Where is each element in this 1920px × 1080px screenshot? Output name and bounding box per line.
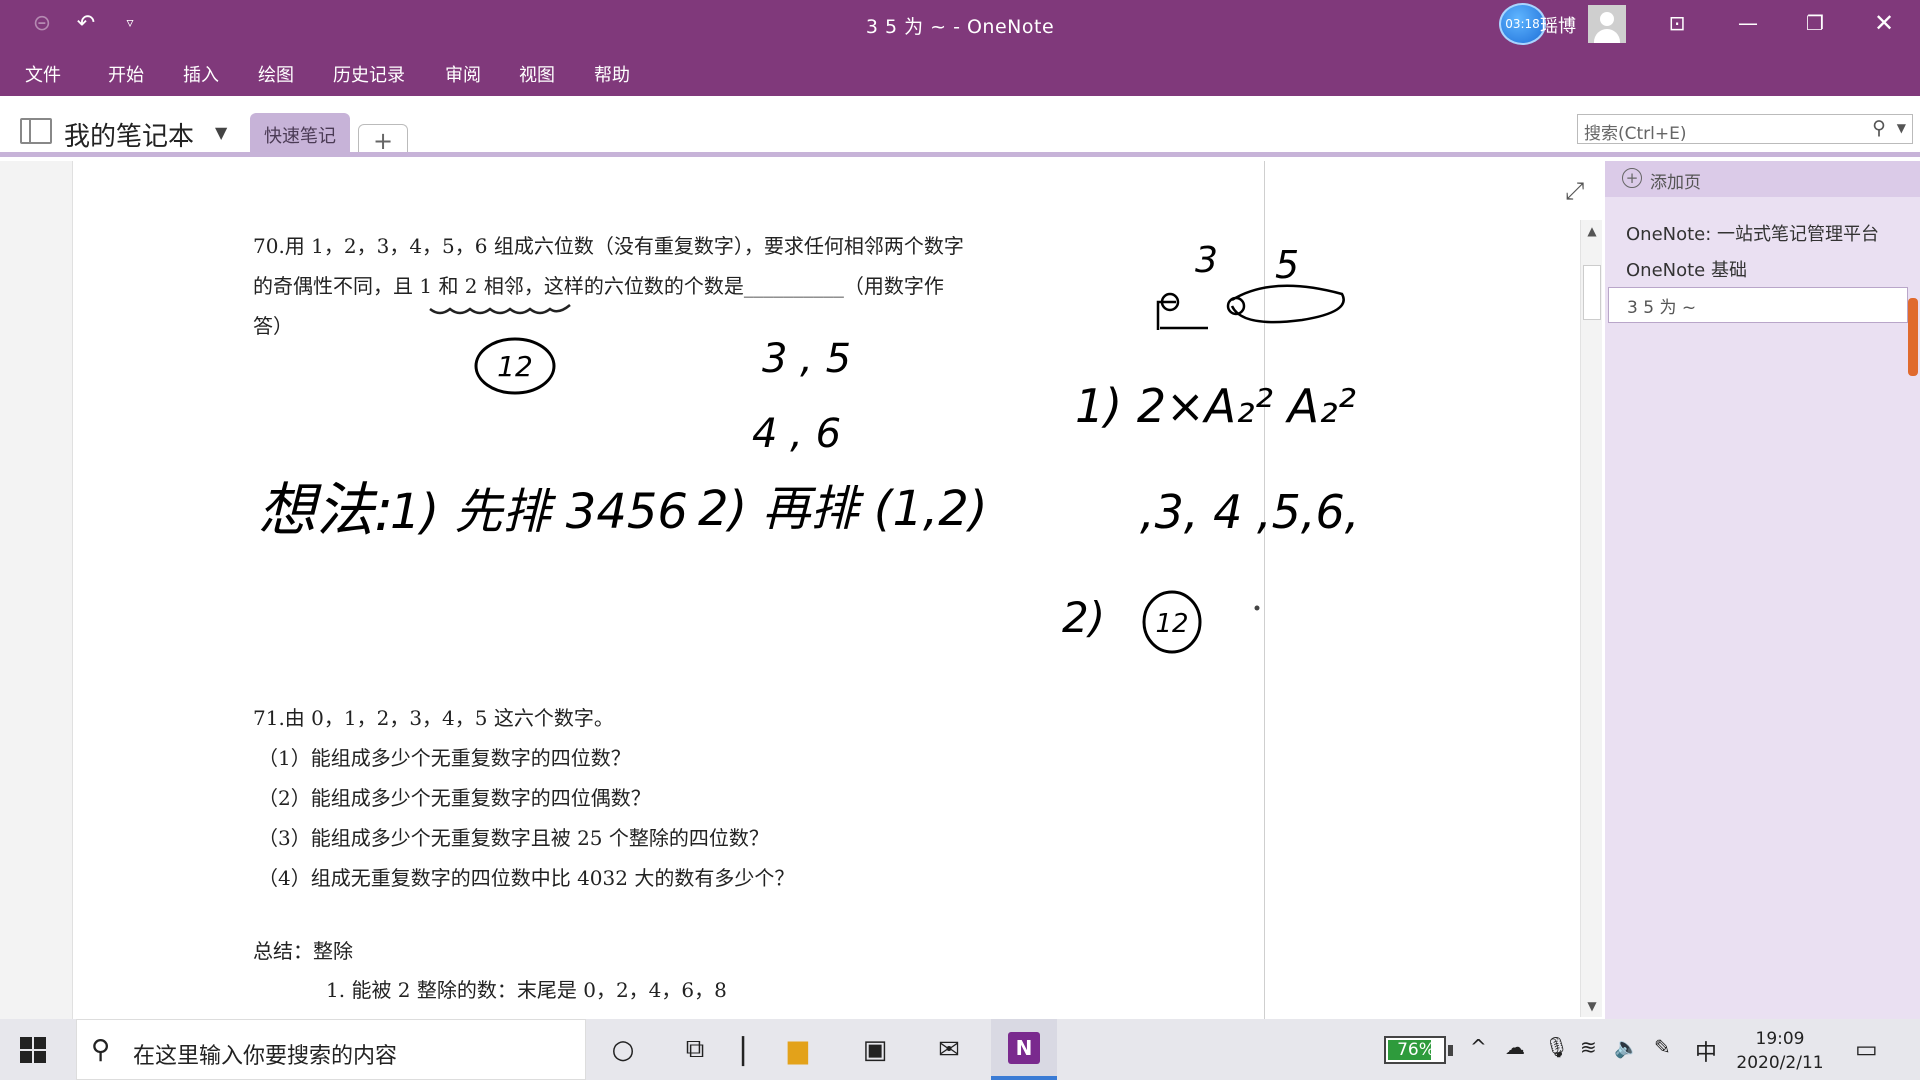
pen-icon[interactable]: ✎ xyxy=(1654,1035,1671,1059)
ink-circle-12-right-text: 12 xyxy=(1155,609,1188,639)
problem-71-line-3: （2）能组成多少个无重复数字的四位偶数？ xyxy=(258,786,651,810)
ink-idea-label: 想法: xyxy=(258,476,394,544)
ink-dot xyxy=(1254,605,1260,611)
onedrive-icon[interactable]: ☁ xyxy=(1505,1035,1525,1059)
ink-formula-step: 1) 2×A₂² A₂² xyxy=(1075,379,1356,433)
search-input[interactable]: 搜索(Ctrl+E) ⚲ ▼ xyxy=(1577,114,1913,144)
add-page-button[interactable]: + 添加页 xyxy=(1605,161,1920,197)
volume-icon[interactable]: 🔈 xyxy=(1614,1035,1639,1059)
cortana-icon[interactable]: ○ xyxy=(590,1019,656,1080)
search-icon: ⚲ xyxy=(91,1035,111,1065)
page-item[interactable]: OneNote: 一站式笔记管理平台 xyxy=(1608,215,1908,251)
ink-step-1: 1) 先排 3456 xyxy=(390,484,688,540)
ink-sequence: ,3, 4 ,5,6, xyxy=(1140,485,1359,539)
taskbar-search-box[interactable]: ⚲ 在这里输入你要搜索的内容 xyxy=(76,1019,586,1080)
file-explorer-icon[interactable]: ▆ xyxy=(765,1019,831,1080)
page-list-scroll-indicator[interactable] xyxy=(1908,298,1918,376)
ink-underline-wavy xyxy=(429,304,571,315)
system-clock[interactable]: 19:09 2020/2/11 xyxy=(1730,1027,1830,1075)
add-page-icon: + xyxy=(1622,168,1642,188)
problem-71-line-4: （3）能组成多少个无重复数字且被 25 个整除的四位数？ xyxy=(258,826,769,850)
ink-right-5: 5 xyxy=(1275,243,1299,287)
show-hidden-icons-icon[interactable]: ^ xyxy=(1470,1035,1487,1059)
ink-slot-sketch xyxy=(1156,284,1345,330)
problem-71-line-5: （4）组成无重复数字的四位数中比 4032 大的数有多少个？ xyxy=(258,866,795,890)
battery-indicator[interactable]: 76% xyxy=(1384,1036,1453,1064)
page-item-selected[interactable]: 3 5 为 ~ xyxy=(1608,287,1908,323)
page-item[interactable]: OneNote 基础 xyxy=(1608,251,1908,287)
summary-title: 总结：整除 xyxy=(253,939,353,963)
ink-even-pair: 4 , 6 xyxy=(752,411,841,457)
add-page-label: 添加页 xyxy=(1650,173,1701,193)
search-scope-dropdown-icon[interactable]: ▼ xyxy=(1897,121,1906,135)
summary-item-1: 1. 能被 2 整除的数：末尾是 0，2，4，6，8 xyxy=(326,978,727,1002)
store-icon[interactable]: ▣ xyxy=(842,1019,908,1080)
clock-date: 2020/2/11 xyxy=(1736,1053,1824,1073)
problem-71-line-1: 71.由 0，1，2，3，4，5 这六个数字。 xyxy=(253,706,614,730)
ink-step-2-label: 2) xyxy=(1062,593,1105,642)
mail-icon[interactable]: ✉ xyxy=(916,1019,982,1080)
onenote-taskbar-button[interactable]: N xyxy=(991,1019,1057,1080)
ribbon-display-options-icon[interactable]: ⊡ xyxy=(1644,0,1710,46)
ink-odd-pair: 3 , 5 xyxy=(762,336,851,382)
ime-indicator[interactable]: 中 xyxy=(1695,1035,1717,1067)
ink-layer: 12 3 , 5 4 , 6 想法: 1) 先排 3456 2) 再排 (1,2… xyxy=(258,240,1359,654)
microphone-icon[interactable]: 🎙 xyxy=(1544,1035,1569,1059)
windows-start-icon[interactable] xyxy=(20,1037,46,1063)
search-icon[interactable]: ⚲ xyxy=(1872,117,1886,139)
problem-71-line-2: （1）能组成多少个无重复数字的四位数？ xyxy=(258,746,631,770)
close-icon[interactable]: ✕ xyxy=(1851,0,1917,46)
taskbar: ⚲ 在这里输入你要搜索的内容 ○ ⧉ ❘ ▆ ▣ ✉ N 76% ^ ☁ 🎙 ≋… xyxy=(0,1019,1920,1080)
ink-circle-12-text: 12 xyxy=(497,350,533,383)
battery-nub xyxy=(1448,1045,1453,1056)
taskbar-search-placeholder: 在这里输入你要搜索的内容 xyxy=(133,1044,398,1069)
notification-center-icon[interactable]: ▭ xyxy=(1855,1035,1878,1063)
minimize-icon[interactable]: — xyxy=(1715,0,1781,46)
ink-step-2: 2) 再排 (1,2) xyxy=(698,481,988,537)
battery-percent: 76% xyxy=(1397,1040,1435,1060)
restore-icon[interactable]: ❐ xyxy=(1782,0,1848,46)
wifi-icon[interactable]: ≋ xyxy=(1580,1035,1597,1059)
ink-right-3: 3 xyxy=(1195,240,1218,281)
onenote-icon: N xyxy=(1008,1031,1040,1064)
clock-time: 19:09 xyxy=(1755,1029,1805,1049)
